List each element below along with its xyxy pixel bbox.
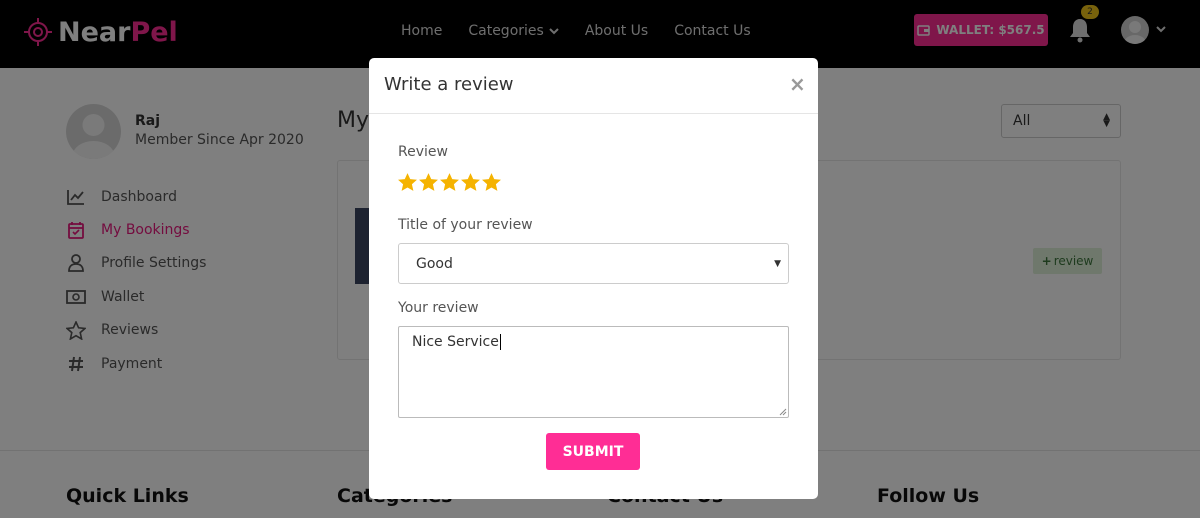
star-icon[interactable]: [397, 172, 418, 192]
review-modal: Write a review × Review Title of your re…: [369, 58, 818, 499]
star-icon[interactable]: [418, 172, 439, 192]
close-icon[interactable]: ×: [789, 72, 806, 96]
star-icon[interactable]: [460, 172, 481, 192]
text-cursor: [499, 334, 501, 350]
star-rating[interactable]: [397, 172, 502, 192]
review-title-select[interactable]: Good ▼: [398, 243, 789, 284]
star-icon[interactable]: [481, 172, 502, 192]
review-textarea[interactable]: Nice Service: [398, 326, 789, 418]
modal-header: Write a review ×: [369, 58, 818, 114]
star-icon[interactable]: [439, 172, 460, 192]
resize-grip-icon[interactable]: [779, 408, 787, 416]
review-text-label: Your review: [398, 300, 479, 316]
review-rating-label: Review: [398, 144, 448, 160]
caret-down-icon: ▼: [774, 259, 781, 269]
submit-button[interactable]: SUBMIT: [546, 433, 640, 470]
review-title-label: Title of your review: [398, 217, 533, 233]
modal-title: Write a review: [384, 74, 514, 95]
